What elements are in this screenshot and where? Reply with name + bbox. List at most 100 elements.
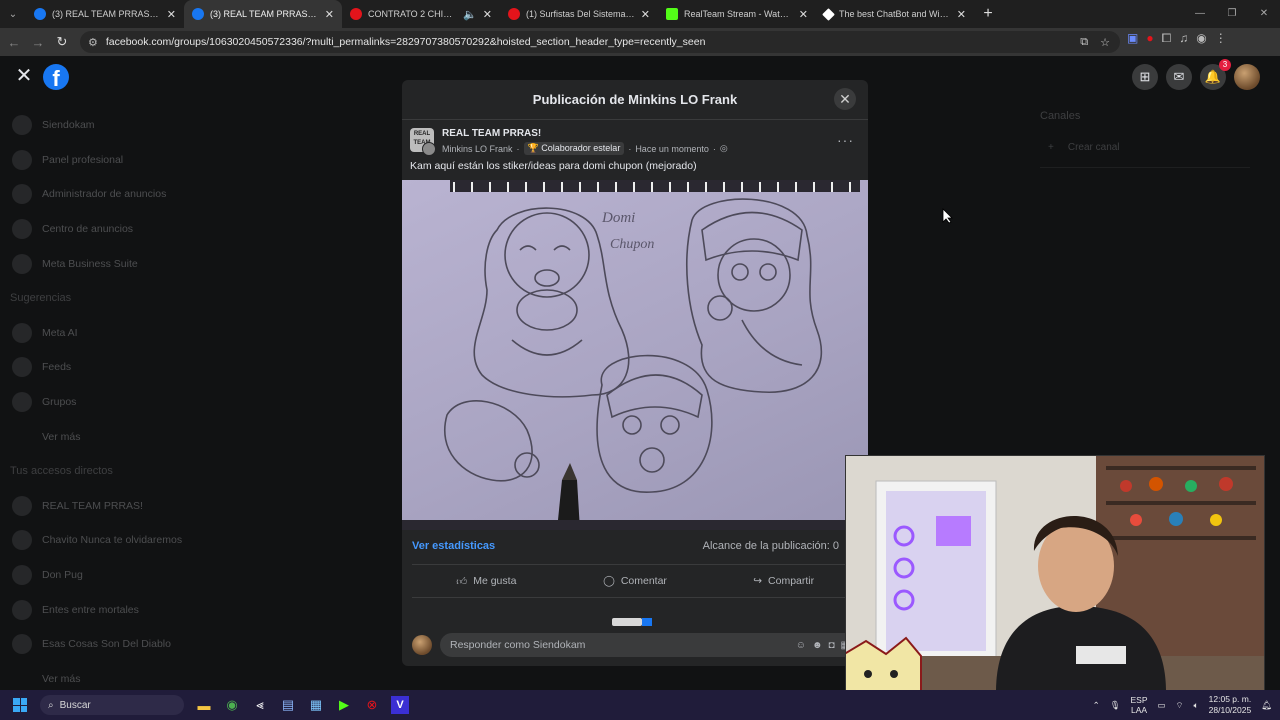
top-contributor-badge[interactable]: 🏆 Colaborador estelar [523,142,625,155]
like-label: Me gusta [473,575,517,587]
avatar-sticker-icon[interactable]: ☺ [796,640,806,651]
cast-icon[interactable]: ⧉ [1080,36,1088,49]
author-name-link[interactable]: Minkins LO Frank [442,144,513,154]
post-stats: Ver estadísticas Alcance de la publicaci… [412,540,839,552]
mic-icon[interactable]: 🎙︎ [1110,700,1121,711]
mute-tab-icon[interactable]: 🔈 [463,8,477,21]
facebook-logo-icon[interactable]: f [43,64,69,91]
close-tab-icon[interactable]: ✕ [799,8,808,21]
commenter-avatar[interactable] [412,635,432,655]
minimize-icon[interactable]: — [1184,0,1216,28]
create-channel-label: Crear canal [1067,142,1120,153]
puzzle-icon[interactable]: ⧠ [1162,31,1172,46]
author-avatar[interactable] [422,142,436,156]
taskbar-search[interactable]: ⌕ Buscar [40,695,184,715]
post-time-link[interactable]: Hace un momento [635,144,709,154]
spiral-binding [450,180,860,192]
kick-app-icon[interactable]: ▶ [330,690,358,720]
profile-icon[interactable]: ◉ [1196,31,1206,46]
chrome-icon[interactable]: ◉ [218,690,246,720]
comment-input[interactable]: Responder como Siendokam ☺ ☻ ◘ ▦ [440,633,858,657]
bookmark-star-icon[interactable]: ☆ [1100,36,1110,49]
group-avatar-icon [12,599,32,620]
close-tab-icon[interactable]: ✕ [325,8,334,21]
shortcut-see-more[interactable]: Ver más [0,662,230,691]
tab-search-icon[interactable]: ⌄ [0,0,26,28]
browser-tab[interactable]: The best ChatBot and Widgets ... ✕ [816,0,974,28]
file-explorer-icon[interactable]: ▬ [190,690,218,720]
extension-red-icon[interactable]: ● [1146,31,1153,46]
tray-chevron-icon[interactable]: ⌃ [1093,700,1100,711]
language-indicator[interactable]: ESP LAA [1131,695,1148,715]
obs-icon[interactable]: ⊗ [358,690,386,720]
network-icon[interactable]: ⌔ [1176,700,1184,711]
close-tab-icon[interactable]: ✕ [483,8,492,21]
notifications-bell-icon[interactable]: 🔔 3 [1200,59,1231,90]
close-tab-icon[interactable]: ✕ [167,8,176,21]
shortcut-item[interactable]: Entes entre mortales [0,592,230,627]
sketch-text-chupon: Chupon [610,237,654,252]
sidebar-item-meta-ai[interactable]: Meta AI [0,316,230,351]
vegas-icon[interactable]: V [391,696,409,714]
close-window-icon[interactable]: ✕ [1248,0,1280,28]
share-button[interactable]: ↪ Compartir [709,565,858,597]
close-tab-icon[interactable]: ✕ [641,8,650,21]
sidebar-item-ads-center[interactable]: Centro de anuncios [0,212,230,247]
shortcut-item[interactable]: Chavito Nunca te olvidaremos [0,523,230,558]
sidebar-item-profile[interactable]: Siendokam [0,108,230,143]
translate-icon[interactable]: ▣ [1127,31,1138,46]
like-button[interactable]: 👍︎ Me gusta [412,565,561,597]
capcut-icon[interactable]: ⪡ [246,690,274,720]
sidebar-item-feeds[interactable]: Feeds [0,350,230,385]
site-info-icon[interactable]: ⚙ [88,36,98,49]
reload-icon[interactable]: ↻ [50,34,74,50]
notification-center-icon[interactable]: 🔔︎ [1261,700,1272,711]
account-avatar[interactable] [1234,64,1260,90]
close-tab-icon[interactable]: ✕ [957,8,966,21]
sidebar-item-see-more[interactable]: Ver más [0,419,230,454]
app-icon[interactable]: ▤ [274,690,302,720]
view-insights-link[interactable]: Ver estadísticas [412,540,495,552]
camera-icon[interactable]: ◘ [829,640,835,651]
close-modal-icon[interactable]: ✕ [834,88,856,110]
browser-tab[interactable]: CONTRATO 2 CHICAS TRANS P... 🔈 ✕ [342,0,500,28]
comment-tools: ☺ ☻ ◘ ▦ [796,640,850,651]
shortcut-item[interactable]: REAL TEAM PRRAS! [0,489,230,524]
back-icon[interactable]: ← [2,35,26,50]
display-icon[interactable]: ▭ [1158,700,1166,711]
shortcut-item[interactable]: Esas Cosas Son Del Diablo [0,627,230,662]
forward-icon[interactable]: → [26,35,50,50]
sidebar-label: Siendokam [42,119,95,132]
shortcut-item[interactable]: Don Pug [0,558,230,593]
create-channel-button[interactable]: + Crear canal [1040,142,1250,153]
webcam-scene [846,456,1264,690]
separator: · [628,143,632,154]
browser-tab[interactable]: (3) REAL TEAM PRRAS! | Facebook ✕ [26,0,184,28]
sidebar-item-business-suite[interactable]: Meta Business Suite [0,246,230,281]
sidebar-item-groups[interactable]: Grupos [0,385,230,420]
separator: · [712,143,716,154]
clock[interactable]: 12:05 p. m. 28/10/2025 [1209,694,1252,716]
close-viewer-icon[interactable]: ✕ [14,66,34,86]
volume-icon[interactable]: 🔈︎ [1194,700,1199,711]
menu-grid-icon[interactable]: ⊞ [1132,64,1158,90]
group-name-link[interactable]: REAL TEAM PRRAS! [442,128,541,139]
media-icon[interactable]: ♫ [1179,31,1188,46]
sidebar-item-ads-manager[interactable]: Administrador de anuncios [0,177,230,212]
browser-tab[interactable]: (1) Surfistas Del Sistema - T... ✕ [500,0,658,28]
maximize-icon[interactable]: ❐ [1216,0,1248,28]
new-tab-button[interactable]: + [974,5,1002,23]
calculator-icon[interactable]: ▦ [302,690,330,720]
emoji-icon[interactable]: ☻ [812,640,823,651]
post-text: Kam aquí están los stiker/ideas para dom… [410,160,697,172]
start-button[interactable] [6,690,34,720]
post-image-sketch[interactable]: Domi Chupon [402,180,868,530]
address-bar[interactable]: ⚙ facebook.com/groups/1063020450572336/?… [80,31,1120,53]
menu-dots-icon[interactable]: ⋮ [1215,31,1227,46]
messenger-icon[interactable]: ✉ [1166,64,1192,90]
sidebar-item-panel[interactable]: Panel profesional [0,143,230,178]
browser-tab-active[interactable]: (3) REAL TEAM PRRAS! | Facebook ✕ [184,0,342,28]
more-options-icon[interactable]: ··· [837,132,854,148]
comment-button[interactable]: ◯ Comentar [561,565,710,597]
browser-tab[interactable]: RealTeam Stream - Watch Live ... ✕ [658,0,816,28]
